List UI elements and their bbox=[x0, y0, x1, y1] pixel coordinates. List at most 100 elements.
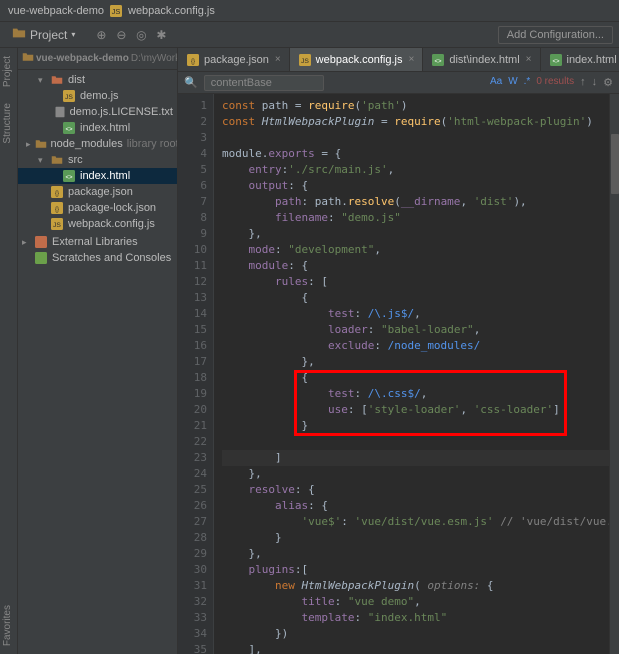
editor-tab[interactable]: {}package.json× bbox=[178, 48, 290, 71]
scrollbar-thumb[interactable] bbox=[611, 134, 619, 194]
search-input[interactable] bbox=[204, 75, 324, 91]
target-icon[interactable]: ◎ bbox=[133, 27, 149, 43]
project-view-selector[interactable]: Project ▾ bbox=[6, 24, 81, 45]
code-line[interactable]: }, bbox=[222, 354, 609, 370]
code-line[interactable]: ], bbox=[222, 642, 609, 654]
code-line[interactable]: filename: "demo.js" bbox=[222, 210, 609, 226]
add-configuration-button[interactable]: Add Configuration... bbox=[498, 26, 613, 44]
code-line[interactable]: 'vue$': 'vue/dist/vue.esm.js' // 'vue/di… bbox=[222, 514, 609, 530]
line-number: 4 bbox=[178, 146, 207, 162]
code-line[interactable]: resolve: { bbox=[222, 482, 609, 498]
line-number: 2 bbox=[178, 114, 207, 130]
code-line[interactable]: test: /\.js$/, bbox=[222, 306, 609, 322]
code-line[interactable]: entry:'./src/main.js', bbox=[222, 162, 609, 178]
line-number: 21 bbox=[178, 418, 207, 434]
code-line[interactable]: template: "index.html" bbox=[222, 610, 609, 626]
code-line[interactable] bbox=[222, 130, 609, 146]
words-toggle[interactable]: W bbox=[508, 76, 517, 89]
code-line[interactable]: mode: "development", bbox=[222, 242, 609, 258]
tree-item[interactable]: {}package.json bbox=[18, 184, 177, 200]
tree-item[interactable]: demo.js.LICENSE.txt bbox=[18, 104, 177, 120]
prev-match-icon[interactable]: ↑ bbox=[580, 76, 586, 89]
project-side-tab[interactable]: Project bbox=[0, 48, 17, 95]
code-line[interactable]: 💡 ] bbox=[222, 450, 609, 466]
code-line[interactable]: } bbox=[222, 530, 609, 546]
match-case-toggle[interactable]: Aa bbox=[490, 76, 502, 89]
scratches[interactable]: Scratches and Consoles bbox=[18, 250, 177, 266]
code-content[interactable]: const path = require('path')const HtmlWe… bbox=[214, 94, 609, 654]
regex-toggle[interactable]: .* bbox=[524, 76, 531, 89]
code-line[interactable]: plugins:[ bbox=[222, 562, 609, 578]
line-number: 7 bbox=[178, 194, 207, 210]
editor-tab[interactable]: <>index.html× bbox=[541, 48, 619, 71]
code-line[interactable]: }) bbox=[222, 626, 609, 642]
tree-item-hint: library root bbox=[127, 138, 178, 150]
code-editor[interactable]: 1234567891011121314151617181920212223242… bbox=[178, 94, 619, 654]
tree-item[interactable]: JS demo.js bbox=[18, 88, 177, 104]
expand-icon[interactable]: ⊕ bbox=[93, 27, 109, 43]
line-number: 35 bbox=[178, 642, 207, 654]
code-line[interactable]: use: ['style-loader', 'css-loader'] bbox=[222, 402, 609, 418]
code-line[interactable] bbox=[222, 434, 609, 450]
tree-item-label: webpack.config.js bbox=[68, 218, 155, 230]
code-line[interactable]: }, bbox=[222, 546, 609, 562]
line-number: 30 bbox=[178, 562, 207, 578]
structure-side-tab[interactable]: Structure bbox=[0, 95, 17, 152]
tree-item[interactable]: <>index.html bbox=[18, 168, 177, 184]
code-line[interactable]: const path = require('path') bbox=[222, 98, 609, 114]
code-line[interactable]: const HtmlWebpackPlugin = require('html-… bbox=[222, 114, 609, 130]
line-number: 18 bbox=[178, 370, 207, 386]
vertical-scrollbar[interactable] bbox=[609, 94, 619, 654]
tree-arrow-icon[interactable]: ▸ bbox=[26, 139, 31, 150]
tab-file-icon: JS bbox=[298, 53, 312, 67]
code-line[interactable]: title: "vue demo", bbox=[222, 594, 609, 610]
code-line[interactable]: exclude: /node_modules/ bbox=[222, 338, 609, 354]
code-line[interactable]: new HtmlWebpackPlugin( options: { bbox=[222, 578, 609, 594]
file-type-icon: JS bbox=[62, 89, 76, 103]
line-number: 20 bbox=[178, 402, 207, 418]
project-label: Project bbox=[30, 28, 67, 42]
close-icon[interactable]: × bbox=[275, 54, 281, 65]
tree-item[interactable]: ▾src bbox=[18, 152, 177, 168]
code-line[interactable]: module.exports = { bbox=[222, 146, 609, 162]
tree-arrow-icon[interactable]: ▾ bbox=[38, 75, 46, 86]
line-number: 22 bbox=[178, 434, 207, 450]
gear-icon[interactable]: ✱ bbox=[153, 27, 169, 43]
filter-icon[interactable]: ⚙ bbox=[603, 76, 613, 89]
next-match-icon[interactable]: ↓ bbox=[592, 76, 598, 89]
close-icon[interactable]: × bbox=[409, 54, 415, 65]
editor-tab[interactable]: <>dist\index.html× bbox=[423, 48, 540, 71]
svg-text:{}: {} bbox=[55, 191, 59, 197]
favorites-side-tab[interactable]: Favorites bbox=[0, 597, 17, 654]
collapse-icon[interactable]: ⊖ bbox=[113, 27, 129, 43]
editor-tab[interactable]: JSwebpack.config.js× bbox=[290, 48, 424, 71]
code-line[interactable]: rules: [ bbox=[222, 274, 609, 290]
tree-item-label: node_modules bbox=[51, 138, 123, 150]
code-line[interactable]: { bbox=[222, 370, 609, 386]
breadcrumb-project: vue-webpack-demo bbox=[36, 53, 129, 64]
tree-item[interactable]: <>index.html bbox=[18, 120, 177, 136]
tree-item[interactable]: ▸ node_modules library root bbox=[18, 136, 177, 152]
code-line[interactable]: loader: "babel-loader", bbox=[222, 322, 609, 338]
line-number: 33 bbox=[178, 610, 207, 626]
line-number: 31 bbox=[178, 578, 207, 594]
line-number: 8 bbox=[178, 210, 207, 226]
tree-item-label: demo.js bbox=[80, 90, 119, 102]
code-line[interactable]: alias: { bbox=[222, 498, 609, 514]
code-line[interactable]: } bbox=[222, 418, 609, 434]
tree-item[interactable]: ▾dist bbox=[18, 72, 177, 88]
code-line[interactable]: output: { bbox=[222, 178, 609, 194]
close-icon[interactable]: × bbox=[526, 54, 532, 65]
tree-item[interactable]: {}package-lock.json bbox=[18, 200, 177, 216]
line-number: 10 bbox=[178, 242, 207, 258]
line-number: 5 bbox=[178, 162, 207, 178]
external-libraries[interactable]: ▸ External Libraries bbox=[18, 234, 177, 250]
code-line[interactable]: { bbox=[222, 290, 609, 306]
tree-arrow-icon[interactable]: ▾ bbox=[38, 155, 46, 166]
tree-item[interactable]: JSwebpack.config.js bbox=[18, 216, 177, 232]
code-line[interactable]: test: /\.css$/, bbox=[222, 386, 609, 402]
code-line[interactable]: path: path.resolve(__dirname, 'dist'), bbox=[222, 194, 609, 210]
code-line[interactable]: }, bbox=[222, 466, 609, 482]
code-line[interactable]: }, bbox=[222, 226, 609, 242]
code-line[interactable]: module: { bbox=[222, 258, 609, 274]
